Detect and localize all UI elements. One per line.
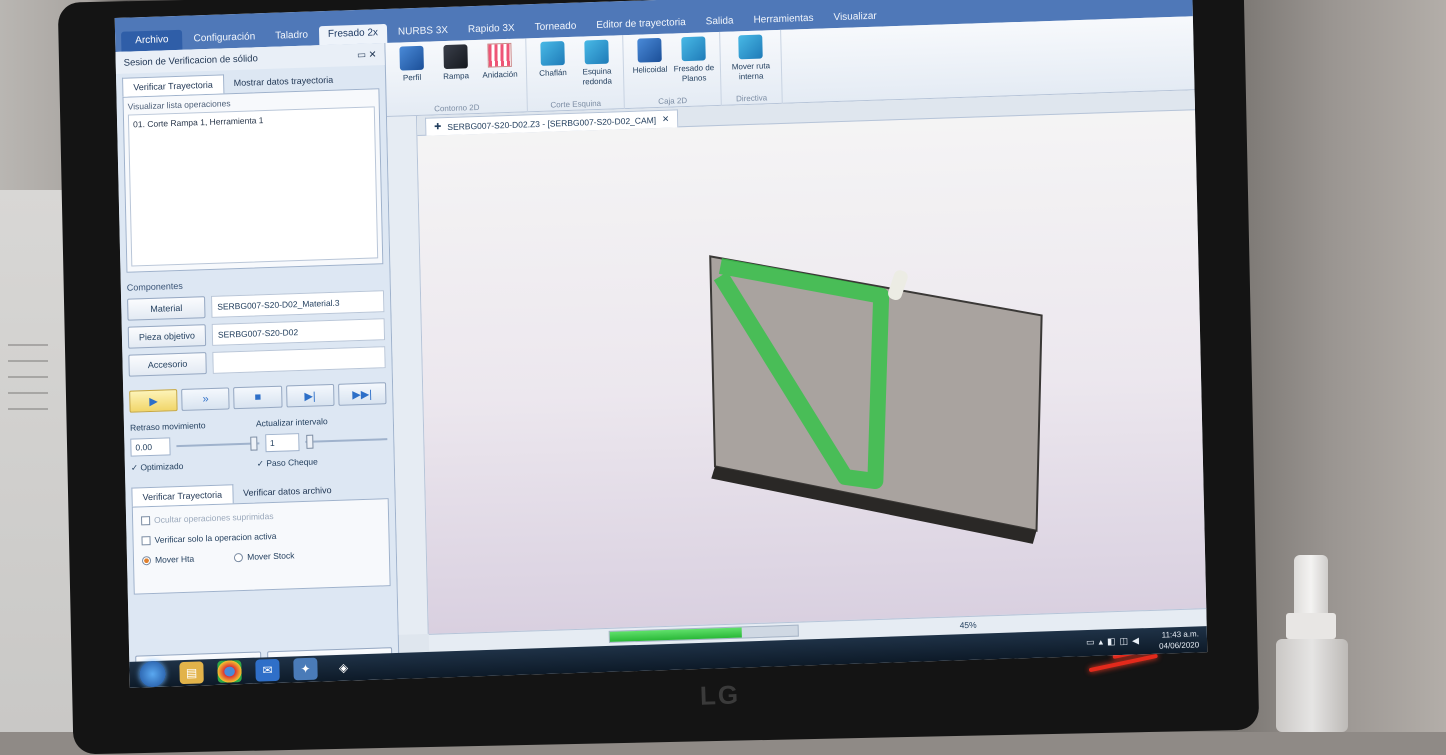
esquina-redonda-button[interactable]: Esquina redonda xyxy=(574,39,619,87)
stop-button[interactable]: ■ xyxy=(233,385,283,410)
group-label: Directiva xyxy=(735,93,768,104)
group-directiva: Mover ruta interna Directiva xyxy=(720,29,783,106)
cam-app-icon[interactable]: ✦ xyxy=(293,657,318,681)
accesorio-field[interactable] xyxy=(212,346,386,374)
perfil-icon xyxy=(399,45,424,71)
close-icon[interactable]: ✕ xyxy=(662,114,669,125)
chrome-icon[interactable] xyxy=(217,660,242,683)
pin-icon: ✚ xyxy=(434,121,442,132)
retraso-label: Retraso movimiento xyxy=(129,420,206,433)
helicoidal-icon xyxy=(637,37,662,63)
solo-activa-checkbox[interactable]: Verificar solo la operacion activa xyxy=(141,527,380,545)
step-end-button[interactable]: ▶| xyxy=(285,383,335,408)
fresado-planos-button[interactable]: Fresado de Planos xyxy=(671,36,716,84)
group-contorno: Perfil Rampa Anidación Contorno 2D xyxy=(385,38,528,117)
anidacion-button[interactable]: Anidación xyxy=(477,42,522,81)
helicoidal-button[interactable]: Helicoidal xyxy=(627,37,672,76)
tab-torneado[interactable]: Torneado xyxy=(525,17,585,38)
pieza-objetivo-button[interactable]: Pieza objetivo xyxy=(127,324,207,349)
spray-bottle xyxy=(1272,555,1352,732)
tab-verificar-datos-archivo[interactable]: Verificar datos archivo xyxy=(233,481,342,504)
mover-stock-radio[interactable]: Mover Stock xyxy=(234,550,295,562)
group-label: Caja 2D xyxy=(658,96,688,106)
progress-fill xyxy=(609,627,742,642)
material-button[interactable]: Material xyxy=(127,296,206,321)
intervalo-label: Actualizar intervalo xyxy=(255,416,328,429)
pieza-objetivo-field[interactable]: SERBG007-S20-D02 xyxy=(211,318,386,346)
tab-archivo[interactable]: Archivo xyxy=(121,29,183,52)
explorer-icon[interactable]: ▤ xyxy=(179,661,204,685)
perfil-button[interactable]: Perfil xyxy=(389,45,434,83)
accesorio-button[interactable]: Accesorio xyxy=(128,352,207,377)
tab-mostrar-datos[interactable]: Mostrar datos trayectoria xyxy=(224,70,344,93)
mover-ruta-icon xyxy=(738,34,763,60)
clock[interactable]: 11:43 a.m. 04/06/2020 xyxy=(1159,628,1200,651)
chaflan-icon xyxy=(540,41,565,66)
check-row: ✓ Optimizado ✓ Paso Cheque xyxy=(131,454,388,474)
panel-title: Sesion de Verificacion de sólido xyxy=(123,52,258,69)
mover-ruta-button[interactable]: Mover ruta interna xyxy=(724,34,777,83)
ocultar-checkbox[interactable]: Ocultar operaciones suprimidas xyxy=(140,507,380,525)
panel-window-controls[interactable]: ▭ ✕ xyxy=(357,49,377,61)
tab-taladro[interactable]: Taladro xyxy=(266,26,317,47)
move-radios: Mover Hta Mover Stock xyxy=(141,547,381,566)
accesorio-row: Accesorio xyxy=(128,346,386,377)
tab-visualizar[interactable]: Visualizar xyxy=(824,7,886,28)
screen: Archivo Configuración Taladro Fresado 2x NUR… xyxy=(114,0,1208,688)
group-caja-2d: Helicoidal Fresado de Planos Caja 2D xyxy=(623,31,722,110)
chaflan-button[interactable]: Chaflán xyxy=(530,41,575,79)
pieza-row: Pieza objetivo SERBG007-S20-D02 xyxy=(127,318,386,349)
clock-date: 04/06/2020 xyxy=(1159,640,1200,651)
speed-labels: Retraso movimiento Actualizar intervalo xyxy=(130,414,387,433)
3d-viewport[interactable]: ✚ SERBG007-S20-D02.Z3 - [SERBG007-S20-D0… xyxy=(416,90,1207,634)
tab-salida[interactable]: Salida xyxy=(697,12,743,33)
rampa-icon xyxy=(443,44,468,70)
verification-panel: Sesion de Verificacion de sólido ▭ ✕ Ver… xyxy=(115,43,400,688)
rampa-button[interactable]: Rampa xyxy=(433,44,478,82)
retraso-spinner[interactable]: 0.00 xyxy=(130,437,171,457)
app-icon[interactable]: ◈ xyxy=(331,656,355,679)
retraso-slider[interactable] xyxy=(176,436,259,451)
group-corte-esquina: Chaflán Esquina redonda Corte Esquina xyxy=(526,35,625,113)
play-button[interactable]: ▶ xyxy=(129,389,178,413)
step-button[interactable]: » xyxy=(181,387,231,411)
paso-cheque-check[interactable]: ✓ Paso Cheque xyxy=(257,456,318,469)
material-row: Material SERBG007-S20-D02_Material.3 xyxy=(127,290,385,321)
operations-box: Visualizar lista operaciones 01. Corte R… xyxy=(122,88,384,273)
options-box: Ocultar operaciones suprimidas Verificar… xyxy=(131,498,391,595)
tab-rapido-3x[interactable]: Rapido 3X xyxy=(459,19,524,40)
tab-verificar-trayectoria[interactable]: Verificar Trayectoria xyxy=(122,74,224,97)
outlook-icon[interactable]: ✉ xyxy=(255,658,280,682)
mover-hta-radio[interactable]: Mover Hta xyxy=(141,554,194,566)
operations-list[interactable]: 01. Corte Rampa 1, Herramienta 1 xyxy=(127,106,379,267)
intervalo-spinner[interactable]: 1 xyxy=(264,433,300,453)
fresado-icon xyxy=(681,36,706,62)
end-button[interactable]: ▶▶| xyxy=(337,382,387,406)
tab-nurbs-3x[interactable]: NURBS 3X xyxy=(389,22,457,43)
tab-herramientas[interactable]: Herramientas xyxy=(744,10,822,32)
anidacion-icon xyxy=(487,42,512,68)
model-canvas xyxy=(709,255,1043,544)
components-label: Componentes xyxy=(126,280,183,293)
tray-icons[interactable]: ▭▴◧◫◀ xyxy=(1086,635,1143,648)
esquina-icon xyxy=(584,39,609,65)
group-label: Corte Esquina xyxy=(550,98,602,110)
monitor-logo: LG xyxy=(699,679,741,711)
playback-controls: ▶ » ■ ▶| ▶▶| xyxy=(129,382,387,413)
intervalo-slider[interactable] xyxy=(304,434,388,449)
optimizado-check[interactable]: ✓ Optimizado xyxy=(131,459,251,474)
tab-verificar-trayectoria-2[interactable]: Verificar Trayectoria xyxy=(131,484,234,507)
speed-controls: 0.00 1 xyxy=(130,430,388,457)
list-item[interactable]: 01. Corte Rampa 1, Herramienta 1 xyxy=(133,112,370,129)
material-field[interactable]: SERBG007-S20-D02_Material.3 xyxy=(211,290,385,318)
zoom-level[interactable]: 45% xyxy=(960,620,977,631)
tab-fresado-2x[interactable]: Fresado 2x xyxy=(318,23,388,46)
start-button[interactable] xyxy=(139,660,166,688)
